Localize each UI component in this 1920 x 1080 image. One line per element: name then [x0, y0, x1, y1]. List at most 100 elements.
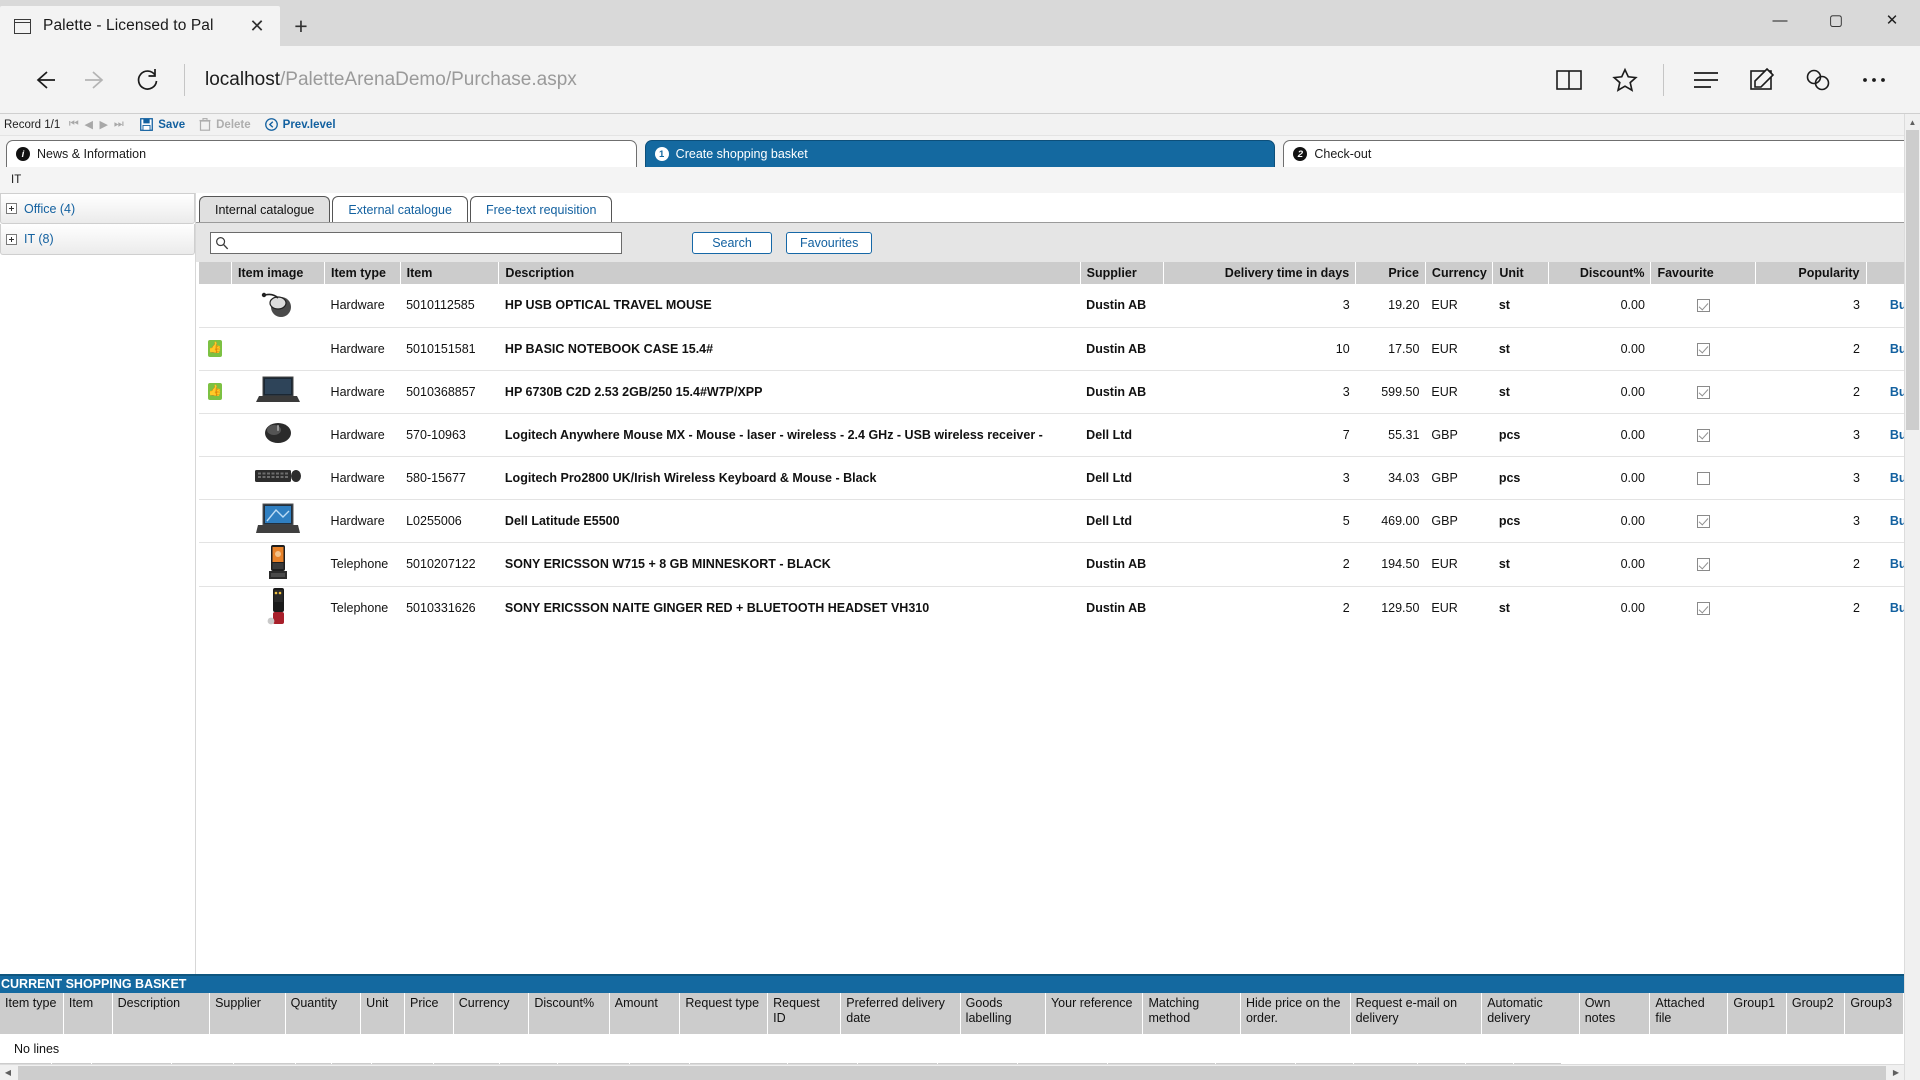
search-icon	[216, 236, 229, 249]
save-button[interactable]: Save	[140, 118, 185, 131]
step-create-shopping-basket[interactable]: 1 Create shopping basket	[644, 140, 1276, 167]
cell-favourite[interactable]	[1650, 456, 1756, 500]
back-circle-icon	[264, 118, 278, 131]
minimize-icon[interactable]: —	[1752, 0, 1808, 40]
first-record-icon[interactable]: ⏮	[66, 118, 81, 131]
expand-icon[interactable]	[6, 203, 17, 214]
cell-item: 570-10963	[400, 413, 499, 457]
step-badge-icon: i	[16, 147, 30, 161]
search-button[interactable]: Search	[692, 231, 772, 254]
browser-tab[interactable]: Palette - Licensed to Pal ✕	[0, 6, 280, 46]
horizontal-scrollbar[interactable]: ◀ ▶	[0, 1064, 1904, 1080]
search-input[interactable]	[229, 234, 621, 251]
catalogue-body: Hardware 5010112585 HP USB OPTICAL TRAVEL …	[199, 284, 1920, 630]
cell-price: 17.50	[1355, 327, 1426, 371]
table-row[interactable]: 👍 Hardware 5010368857 HP 6730B C2D 2.53 2GB…	[199, 370, 1920, 414]
product-image	[238, 502, 319, 539]
window-icon	[14, 18, 31, 34]
cell-delivery-time: 3	[1163, 284, 1356, 328]
cell-supplier: Dustin AB	[1080, 327, 1164, 371]
hscroll-thumb[interactable]	[18, 1065, 1886, 1080]
new-tab-button[interactable]: +	[280, 6, 322, 46]
expand-icon[interactable]	[6, 233, 17, 245]
cell-flag	[199, 585, 232, 630]
prev-level-button[interactable]: Prev.level	[264, 118, 336, 131]
reload-icon[interactable]	[122, 54, 174, 106]
table-row[interactable]: 👍 Hardware 5010151581 HP BASIC NOTEBOOK CAS…	[199, 327, 1920, 371]
previous-record-icon[interactable]: ◀	[81, 118, 96, 131]
share-icon[interactable]	[1790, 55, 1846, 105]
back-icon[interactable]	[18, 54, 70, 106]
cell-item-image	[231, 370, 325, 414]
scroll-up-icon[interactable]: ▲	[1905, 114, 1920, 130]
hub-lines-icon[interactable]	[1678, 55, 1734, 105]
web-note-icon[interactable]	[1734, 55, 1790, 105]
cell-description: Dell Latitude E5500	[498, 499, 1081, 543]
cell-unit: st	[1492, 370, 1549, 414]
favorite-star-icon[interactable]	[1597, 55, 1653, 105]
cell-favourite[interactable]	[1650, 413, 1756, 457]
last-record-icon[interactable]: ⏭	[111, 118, 126, 131]
favourite-checkbox[interactable]	[1696, 558, 1710, 572]
favourite-checkbox[interactable]	[1696, 514, 1710, 528]
cell-item-type: Hardware	[324, 370, 401, 414]
cell-favourite[interactable]	[1650, 499, 1756, 543]
forward-icon[interactable]	[70, 54, 122, 106]
sidebar-item-office[interactable]: Office (4)	[0, 193, 195, 224]
next-record-icon[interactable]: ▶	[96, 118, 111, 131]
cell-currency: EUR	[1425, 370, 1493, 414]
table-row[interactable]: Telephone 5010207122 SONY ERICSSON W715 + …	[199, 542, 1920, 587]
favourite-checkbox[interactable]	[1696, 471, 1710, 485]
basket-column-header: Discount%	[528, 992, 610, 1035]
cell-flag	[199, 542, 232, 587]
record-toolbar: Record 1/1 ⏮ ◀ ▶ ⏭ Save Delete Prev.leve…	[0, 114, 1920, 136]
cell-supplier: Dustin AB	[1080, 370, 1164, 414]
reading-view-icon[interactable]	[1541, 55, 1597, 105]
cell-popularity: 3	[1755, 499, 1866, 543]
basket-column-header: Hide price on the order.	[1240, 992, 1351, 1035]
scroll-thumb[interactable]	[1906, 130, 1919, 430]
delete-button[interactable]: Delete	[199, 118, 251, 131]
favourite-checkbox[interactable]	[1696, 428, 1710, 442]
maximize-icon[interactable]: ▢	[1808, 0, 1864, 40]
cell-supplier: Dell Ltd	[1080, 456, 1164, 500]
table-row[interactable]: Hardware 5010112585 HP USB OPTICAL TRAVEL …	[199, 284, 1920, 328]
step-check-out[interactable]: 2 Check-out	[1283, 140, 1915, 167]
browser-tool-icons	[1541, 55, 1902, 105]
table-row[interactable]: Hardware 580-15677 Logitech Pro2800 UK/Iri…	[199, 456, 1920, 500]
favourite-checkbox[interactable]	[1696, 602, 1710, 616]
favourite-checkbox[interactable]	[1696, 385, 1710, 399]
step-news-information[interactable]: i News & Information	[6, 140, 637, 167]
tab-external-catalogue[interactable]: External catalogue	[332, 196, 468, 222]
cell-favourite[interactable]	[1650, 542, 1756, 587]
basket-column-header: Attached file	[1649, 992, 1729, 1035]
table-row[interactable]: Hardware 570-10963 Logitech Anywhere Mouse…	[199, 413, 1920, 457]
cell-item: 580-15677	[400, 456, 499, 500]
cell-item-type: Telephone	[324, 542, 401, 587]
scroll-left-icon[interactable]: ◀	[0, 1068, 16, 1077]
cell-favourite[interactable]	[1650, 585, 1756, 630]
basket-column-header: Group2	[1786, 992, 1846, 1035]
sidebar-item-it[interactable]: IT (8)	[0, 224, 195, 255]
vertical-scrollbar[interactable]: ▲	[1904, 114, 1920, 1080]
close-window-icon[interactable]: ✕	[1864, 0, 1920, 40]
tab-free-text-requisition[interactable]: Free-text requisition	[469, 196, 613, 222]
cell-supplier: Dustin AB	[1080, 542, 1164, 587]
basket-table: Item type Item Description Supplier Quantity…	[0, 992, 1904, 1035]
favourites-button[interactable]: Favourites	[786, 231, 873, 254]
cell-favourite[interactable]	[1650, 284, 1756, 328]
favourite-checkbox[interactable]	[1696, 342, 1710, 356]
scroll-right-icon[interactable]: ▶	[1888, 1068, 1904, 1077]
cell-currency: EUR	[1425, 585, 1493, 630]
close-tab-icon[interactable]: ✕	[244, 17, 270, 35]
table-row[interactable]: Hardware L0255006 Dell Latitude E5500 Dell …	[199, 499, 1920, 543]
cell-favourite[interactable]	[1650, 370, 1756, 414]
tab-internal-catalogue[interactable]: Internal catalogue	[199, 196, 331, 222]
record-counter: Record 1/1	[4, 118, 61, 131]
favourite-checkbox[interactable]	[1696, 299, 1710, 313]
table-row[interactable]: Telephone 5010331626 SONY ERICSSON NAITE G…	[199, 585, 1920, 630]
address-bar[interactable]: localhost/PaletteArenaDemo/Purchase.aspx	[199, 69, 1541, 91]
cell-favourite[interactable]	[1650, 327, 1756, 371]
search-box[interactable]	[210, 231, 622, 254]
more-options-icon[interactable]	[1846, 55, 1902, 105]
